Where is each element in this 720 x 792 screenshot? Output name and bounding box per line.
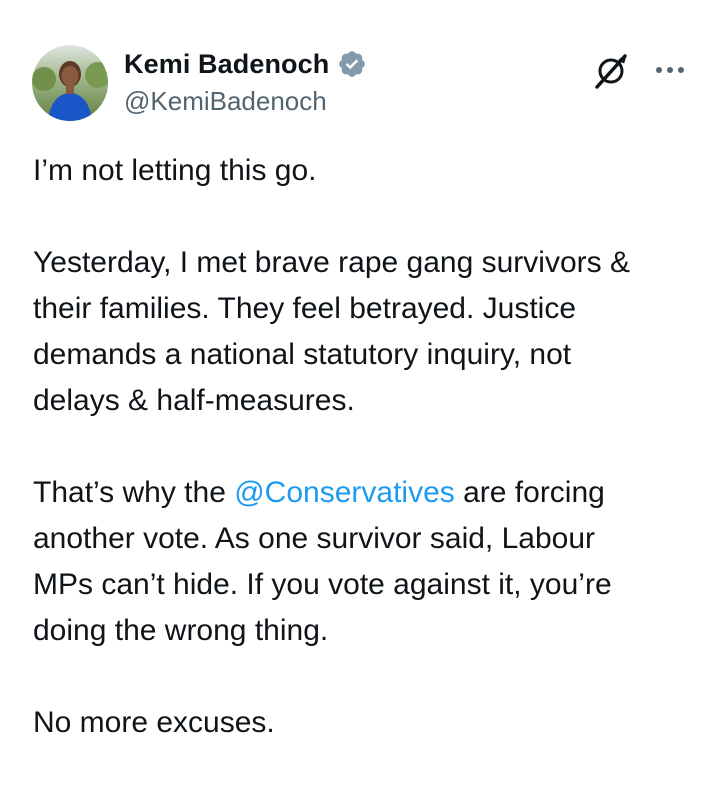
author-display-name[interactable]: Kemi Badenoch [124, 49, 329, 80]
verified-badge-icon [337, 49, 367, 79]
tweet-text-segment: That’s why the [33, 476, 235, 509]
tweet-line: another vote. As one survivor said, Labo… [33, 522, 596, 555]
tweet-line: delays & half-measures. [33, 384, 355, 417]
tweet-line: Yesterday, I met brave rape gang survivo… [33, 246, 630, 279]
tweet-line: MPs can’t hide. If you vote against it, … [33, 568, 612, 601]
avatar-image [32, 45, 108, 121]
tweet-paragraph-1: I’m not letting this go. [33, 148, 693, 194]
tweet-line: their families. They feel betrayed. Just… [33, 292, 577, 325]
mention-link-conservatives[interactable]: @Conservatives [234, 476, 455, 509]
tweet-line: doing the wrong thing. [33, 614, 329, 647]
tweet-card: Kemi Badenoch @KemiBadenoch I’m not lett… [0, 0, 720, 754]
author-handle[interactable]: @KemiBadenoch [124, 86, 327, 117]
avatar[interactable] [32, 45, 108, 121]
grok-icon[interactable] [592, 52, 630, 90]
tweet-paragraph-4: No more excuses. [33, 700, 693, 746]
tweet-paragraph-2: Yesterday, I met brave rape gang survivo… [33, 240, 693, 424]
tweet-paragraph-3: That’s why the @Conservatives are forcin… [33, 470, 693, 654]
tweet-line: demands a national statutory inquiry, no… [33, 338, 572, 371]
tweet-text-segment: are forcing [454, 476, 605, 509]
tweet-line: I’m not letting this go. [33, 154, 317, 187]
tweet-text: I’m not letting this go. Yesterday, I me… [33, 148, 693, 792]
author-name-row: Kemi Badenoch [124, 46, 367, 82]
tweet-line: No more excuses. [33, 706, 275, 739]
tweet-line: That’s why the @Conservatives are forcin… [33, 470, 693, 516]
more-options-icon[interactable] [652, 56, 688, 84]
